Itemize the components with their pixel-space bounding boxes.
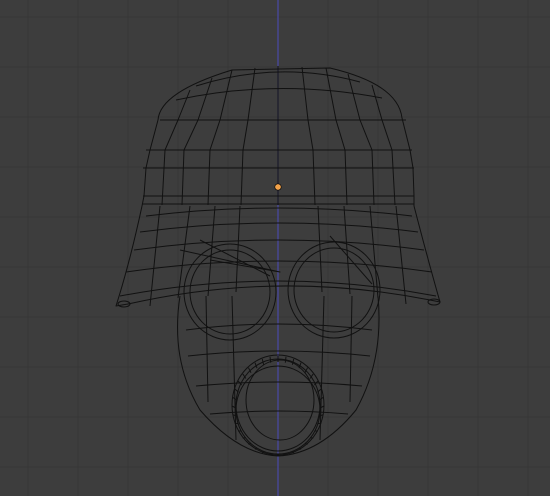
canister-rib — [284, 453, 287, 456]
viewport-grid — [0, 0, 550, 496]
canister-rib — [242, 437, 246, 439]
canister-rib — [284, 356, 287, 363]
object-origin-point[interactable] — [274, 183, 282, 191]
wireframe-scene[interactable] — [0, 0, 550, 496]
canister-rib — [261, 358, 265, 365]
canister-rib — [269, 356, 272, 363]
canister-rib — [269, 453, 272, 456]
canister-rib — [234, 422, 239, 425]
canister-rib — [291, 358, 295, 365]
3d-viewport[interactable] — [0, 0, 550, 496]
canister-rib — [317, 422, 322, 425]
canister-rib — [310, 437, 314, 439]
